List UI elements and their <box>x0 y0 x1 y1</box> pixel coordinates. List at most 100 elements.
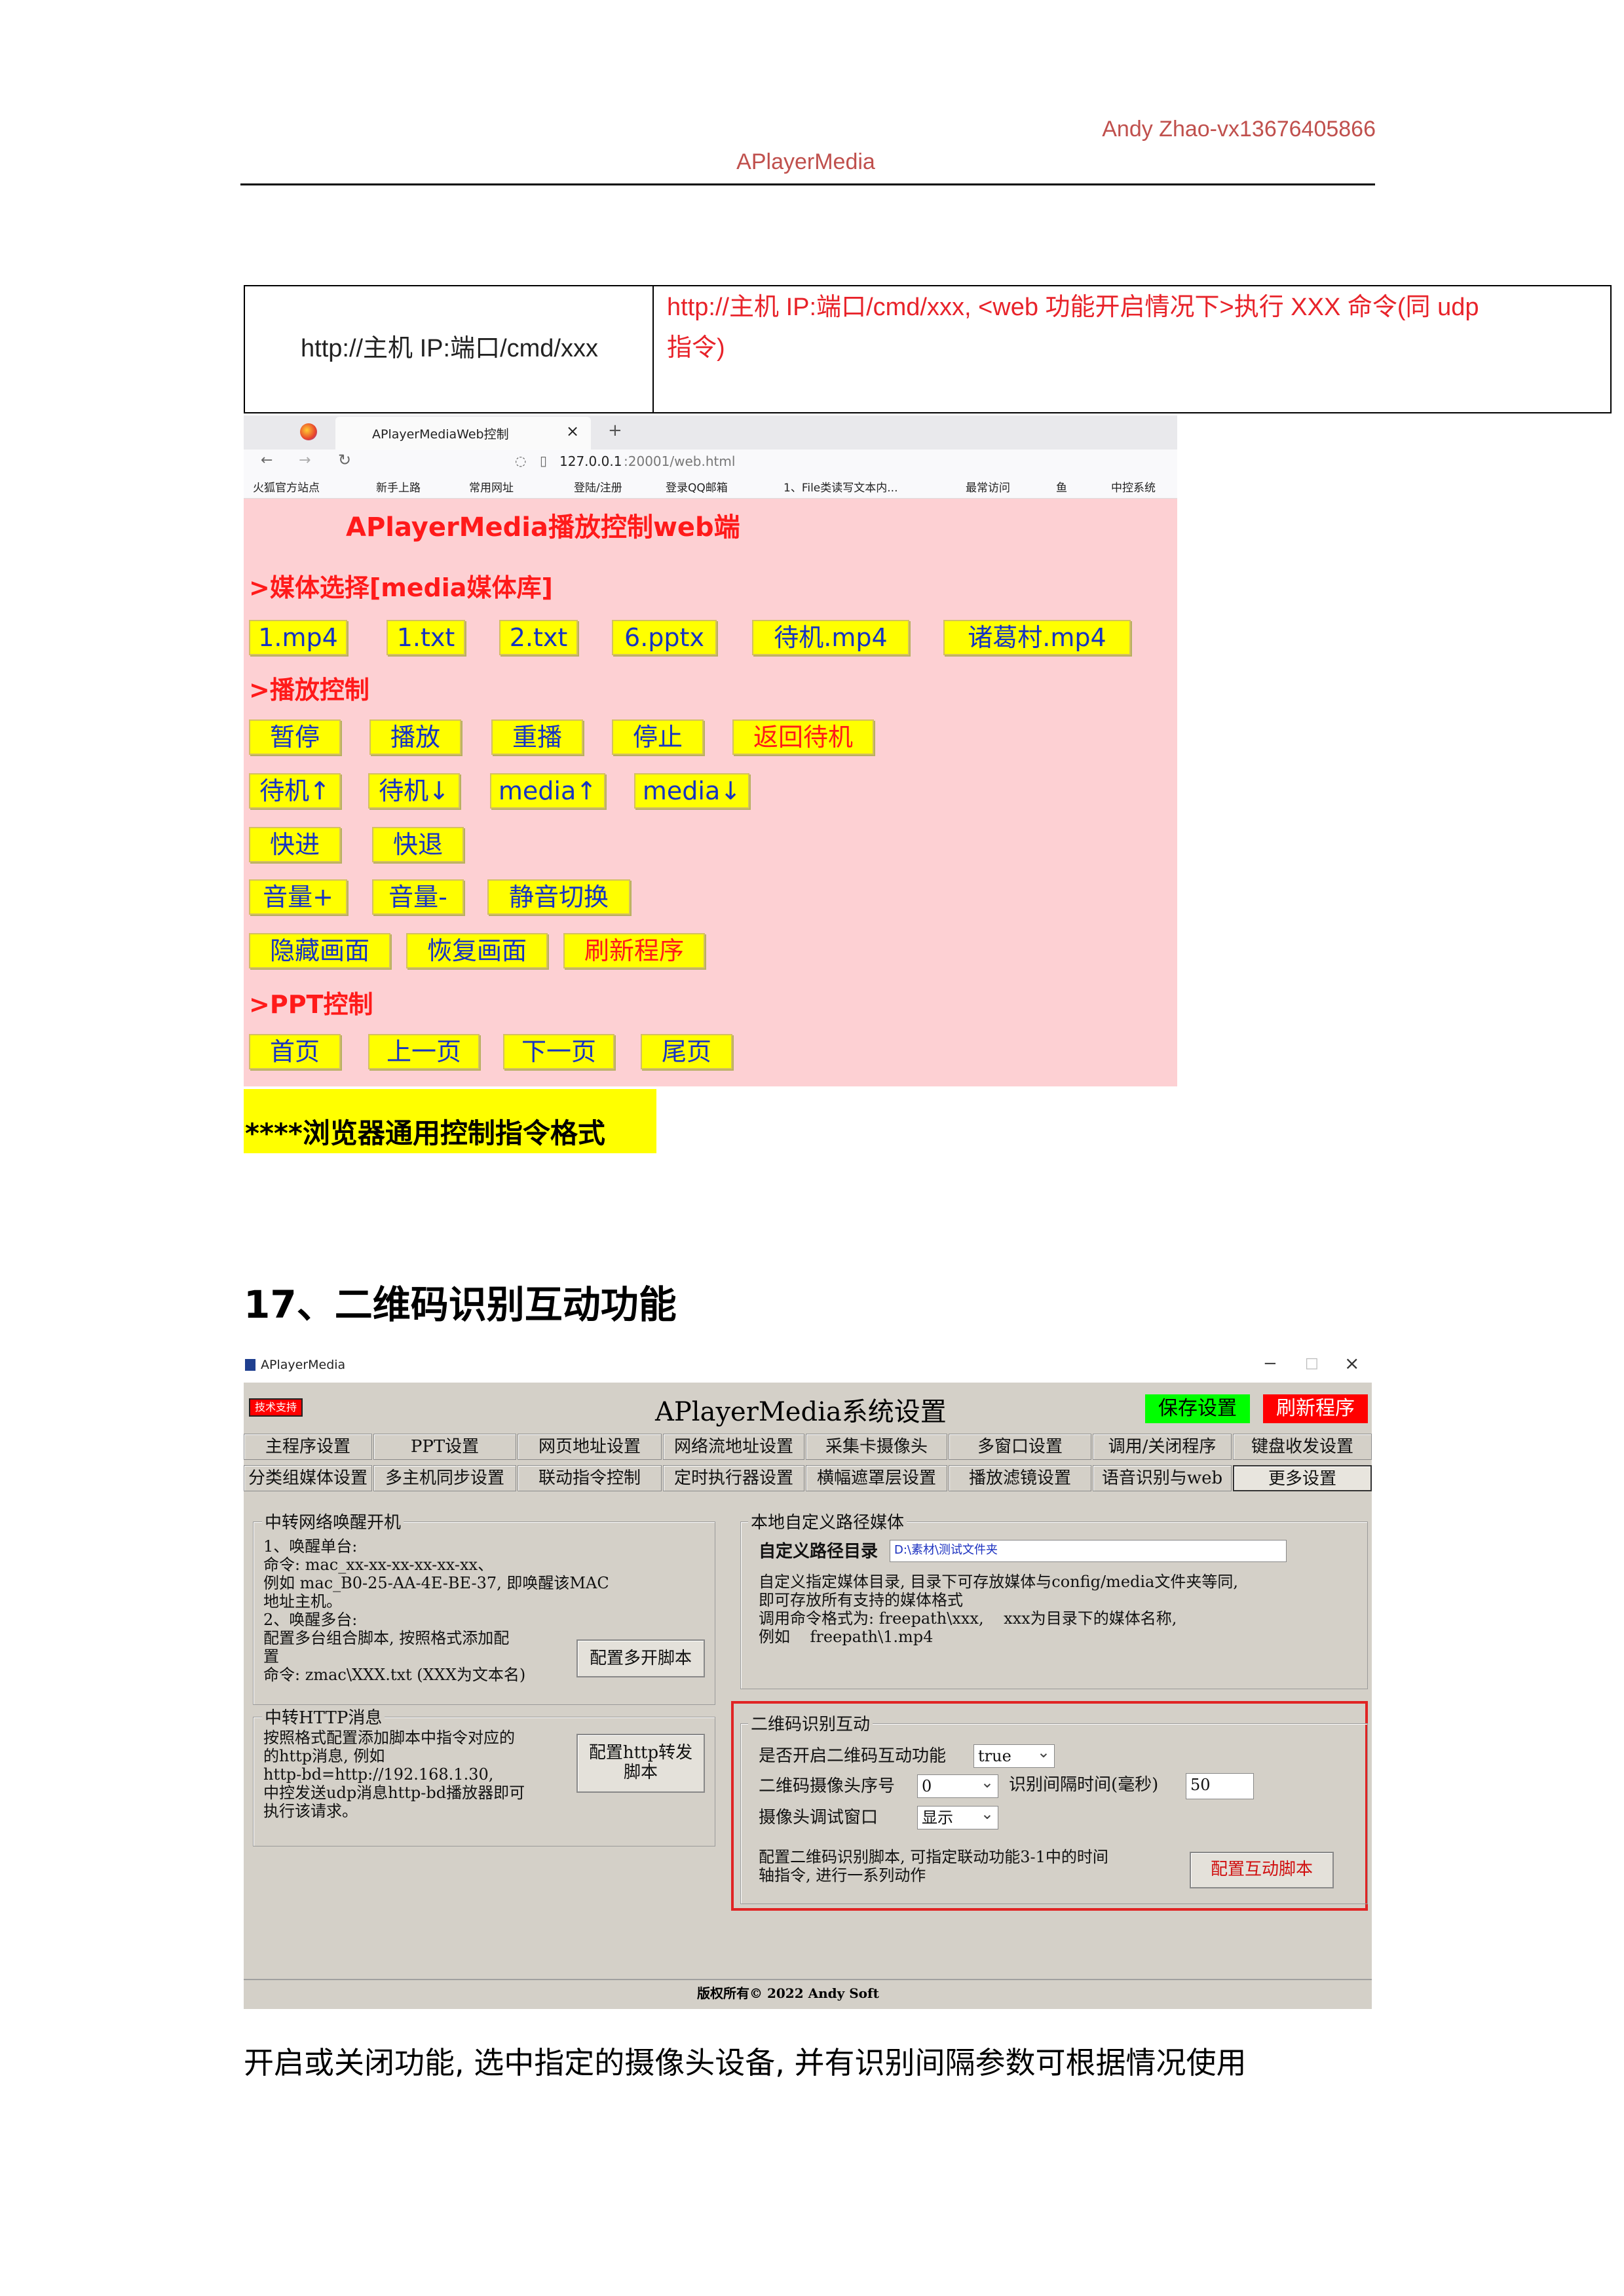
bookmark-item[interactable]: 登录QQ邮箱 <box>666 478 728 495</box>
ppt-prev-page-button[interactable]: 上一页 <box>368 1034 480 1069</box>
media-button-1mp4[interactable]: 1.mp4 <box>249 620 347 655</box>
tab-voice-web[interactable]: 语音识别与web <box>1093 1465 1232 1491</box>
http-panel-text: 按照格式配置添加脚本中指令对应的 的http消息, 例如 http-bd=htt… <box>263 1729 525 1820</box>
wol-panel-text: 1、唤醒单台: 命令: mac_xx-xx-xx-xx-xx-xx、 例如 ma… <box>263 1537 609 1684</box>
hide-screen-button[interactable]: 隐藏画面 <box>249 933 390 968</box>
media-down-button[interactable]: media↓ <box>634 773 749 809</box>
refresh-program-app-button[interactable]: 刷新程序 <box>1263 1394 1368 1423</box>
media-up-button[interactable]: media↑ <box>490 773 605 809</box>
window-titlebar <box>244 1351 1372 1383</box>
reload-icon[interactable]: ↻ <box>338 451 351 469</box>
tab-multi-window[interactable]: 多窗口设置 <box>949 1434 1091 1460</box>
volume-down-button[interactable]: 音量- <box>372 879 464 915</box>
shield-icon: ◌ <box>515 453 527 469</box>
qr-interval-label: 识别间隔时间(毫秒) <box>1009 1775 1159 1795</box>
config-multi-wake-button[interactable]: 配置多开脚本 <box>576 1639 705 1677</box>
tab-more-settings[interactable]: 更多设置 <box>1233 1465 1372 1491</box>
play-button[interactable]: 播放 <box>369 719 461 755</box>
bookmark-item[interactable]: 1、File类读写文本内... <box>784 478 897 495</box>
window-title: APlayerMedia <box>261 1358 346 1372</box>
qr-debug-label: 摄像头调试窗口 <box>759 1808 878 1827</box>
pause-button[interactable]: 暂停 <box>249 719 341 755</box>
bookmark-item[interactable]: 中控系统 <box>1111 478 1156 495</box>
section-title: 17、二维码识别互动功能 <box>244 1282 677 1327</box>
custom-path-label: 自定义路径目录 <box>759 1542 878 1561</box>
media-button-zhugecun[interactable]: 诸葛村.mp4 <box>943 620 1131 655</box>
media-button-6pptx[interactable]: 6.pptx <box>612 620 717 655</box>
qr-enable-label: 是否开启二维码互动功能 <box>759 1746 947 1766</box>
table-cell-description: http://主机 IP:端口/cmd/xxx, <web 功能开启情况下>执行… <box>667 287 1604 368</box>
tab-playback-filter[interactable]: 播放滤镜设置 <box>949 1465 1091 1491</box>
qr-debug-select[interactable]: 显示 <box>917 1803 998 1829</box>
media-button-standby[interactable]: 待机.mp4 <box>752 620 909 655</box>
minimize-icon[interactable]: − <box>1263 1354 1277 1373</box>
return-standby-button[interactable]: 返回待机 <box>732 719 874 755</box>
app-icon <box>245 1359 255 1371</box>
tab-ppt[interactable]: PPT设置 <box>373 1434 516 1460</box>
qr-enable-select[interactable]: true <box>973 1741 1055 1768</box>
playback-heading: >播放控制 <box>249 676 369 704</box>
new-tab-icon[interactable]: + <box>608 421 622 440</box>
tab-linkage-command[interactable]: 联动指令控制 <box>518 1465 662 1491</box>
tab-close-icon[interactable]: × <box>566 422 579 440</box>
header-doc-title: APlayerMedia <box>736 149 875 174</box>
tab-multi-host-sync[interactable]: 多主机同步设置 <box>373 1465 516 1491</box>
tab-stream-address[interactable]: 网络流地址设置 <box>663 1434 804 1460</box>
url-host: 127.0.0.1 <box>559 453 622 469</box>
bookmark-item[interactable]: 最常访问 <box>966 478 1010 495</box>
header-author: Andy Zhao-vx13676405866 <box>1102 117 1376 142</box>
bookmark-item[interactable]: 鱼 <box>1056 478 1067 495</box>
volume-up-button[interactable]: 音量+ <box>249 879 347 915</box>
bookmark-item[interactable]: 常用网址 <box>469 478 514 495</box>
tab-banner-mask[interactable]: 横幅遮罩层设置 <box>806 1465 947 1491</box>
back-icon[interactable]: ← <box>261 452 273 469</box>
qr-script-text: 配置二维码识别脚本, 可指定联动功能3-1中的时间 轴指令, 进行一系列动作 <box>759 1848 1108 1885</box>
media-button-1txt[interactable]: 1.txt <box>387 620 465 655</box>
config-http-forward-button[interactable]: 配置http转发 脚本 <box>576 1734 705 1793</box>
replay-button[interactable]: 重播 <box>491 719 583 755</box>
qr-camera-value: 0 <box>922 1777 932 1795</box>
qr-interval-input[interactable]: 50 <box>1186 1773 1254 1799</box>
tab-group-media[interactable]: 分类组媒体设置 <box>244 1465 372 1491</box>
standby-down-button[interactable]: 待机↓ <box>368 773 460 809</box>
firefox-icon <box>300 423 317 440</box>
custom-path-input[interactable]: D:\素材\测试文件夹 <box>890 1540 1287 1562</box>
qr-camera-select[interactable]: 0 <box>917 1771 998 1798</box>
stop-button[interactable]: 停止 <box>612 719 704 755</box>
tab-main-program[interactable]: 主程序设置 <box>244 1434 372 1460</box>
ppt-last-page-button[interactable]: 尾页 <box>641 1034 732 1069</box>
fast-forward-button[interactable]: 快进 <box>249 827 341 862</box>
forward-icon[interactable]: → <box>299 452 311 469</box>
custom-path-text: 自定义指定媒体目录, 目录下可存放媒体与config/media文件夹等同, 即… <box>759 1573 1238 1646</box>
description-paragraph: 开启或关闭功能, 选中指定的摄像头设备, 并有识别间隔参数可根据情况使用 <box>244 2045 1247 2080</box>
ppt-next-page-button[interactable]: 下一页 <box>503 1034 614 1069</box>
ppt-first-page-button[interactable]: 首页 <box>249 1034 341 1069</box>
tab-web-address[interactable]: 网页地址设置 <box>518 1434 662 1460</box>
url-field[interactable]: ◌ ▯ 127.0.0.1 :20001/web.html <box>504 451 1160 471</box>
tab-timer[interactable]: 定时执行器设置 <box>663 1465 804 1491</box>
bookmark-item[interactable]: 登陆/注册 <box>574 478 622 495</box>
tech-support-badge[interactable]: 技术支持 <box>249 1398 303 1417</box>
restore-screen-button[interactable]: 恢复画面 <box>406 933 548 968</box>
config-interaction-script-button[interactable]: 配置互动脚本 <box>1190 1852 1334 1888</box>
bookmark-item[interactable]: 新手上路 <box>376 478 421 495</box>
media-button-2txt[interactable]: 2.txt <box>499 620 578 655</box>
url-path: :20001/web.html <box>624 453 736 469</box>
bookmark-item[interactable]: 火狐官方站点 <box>253 478 320 495</box>
header-divider <box>240 183 1375 185</box>
tab-keyboard[interactable]: 键盘收发设置 <box>1233 1434 1372 1460</box>
custom-path-title: 本地自定义路径媒体 <box>748 1514 907 1532</box>
app-main-title: APlayerMedia系统设置 <box>655 1397 947 1427</box>
mute-toggle-button[interactable]: 静音切换 <box>487 879 630 915</box>
web-page-title: APlayerMedia播放控制web端 <box>346 512 740 543</box>
refresh-program-button[interactable]: 刷新程序 <box>563 933 705 968</box>
tab-call-close-program[interactable]: 调用/关闭程序 <box>1093 1434 1232 1460</box>
maximize-icon[interactable]: □ <box>1305 1355 1319 1371</box>
save-settings-button[interactable]: 保存设置 <box>1145 1394 1250 1423</box>
close-icon[interactable]: × <box>1344 1352 1359 1374</box>
highlight-text: ****浏览器通用控制指令格式 <box>245 1117 605 1149</box>
standby-up-button[interactable]: 待机↑ <box>249 773 341 809</box>
rewind-button[interactable]: 快退 <box>372 827 464 862</box>
tab-capture-camera[interactable]: 采集卡摄像头 <box>806 1434 947 1460</box>
qr-panel-title: 二维码识别互动 <box>748 1715 873 1734</box>
